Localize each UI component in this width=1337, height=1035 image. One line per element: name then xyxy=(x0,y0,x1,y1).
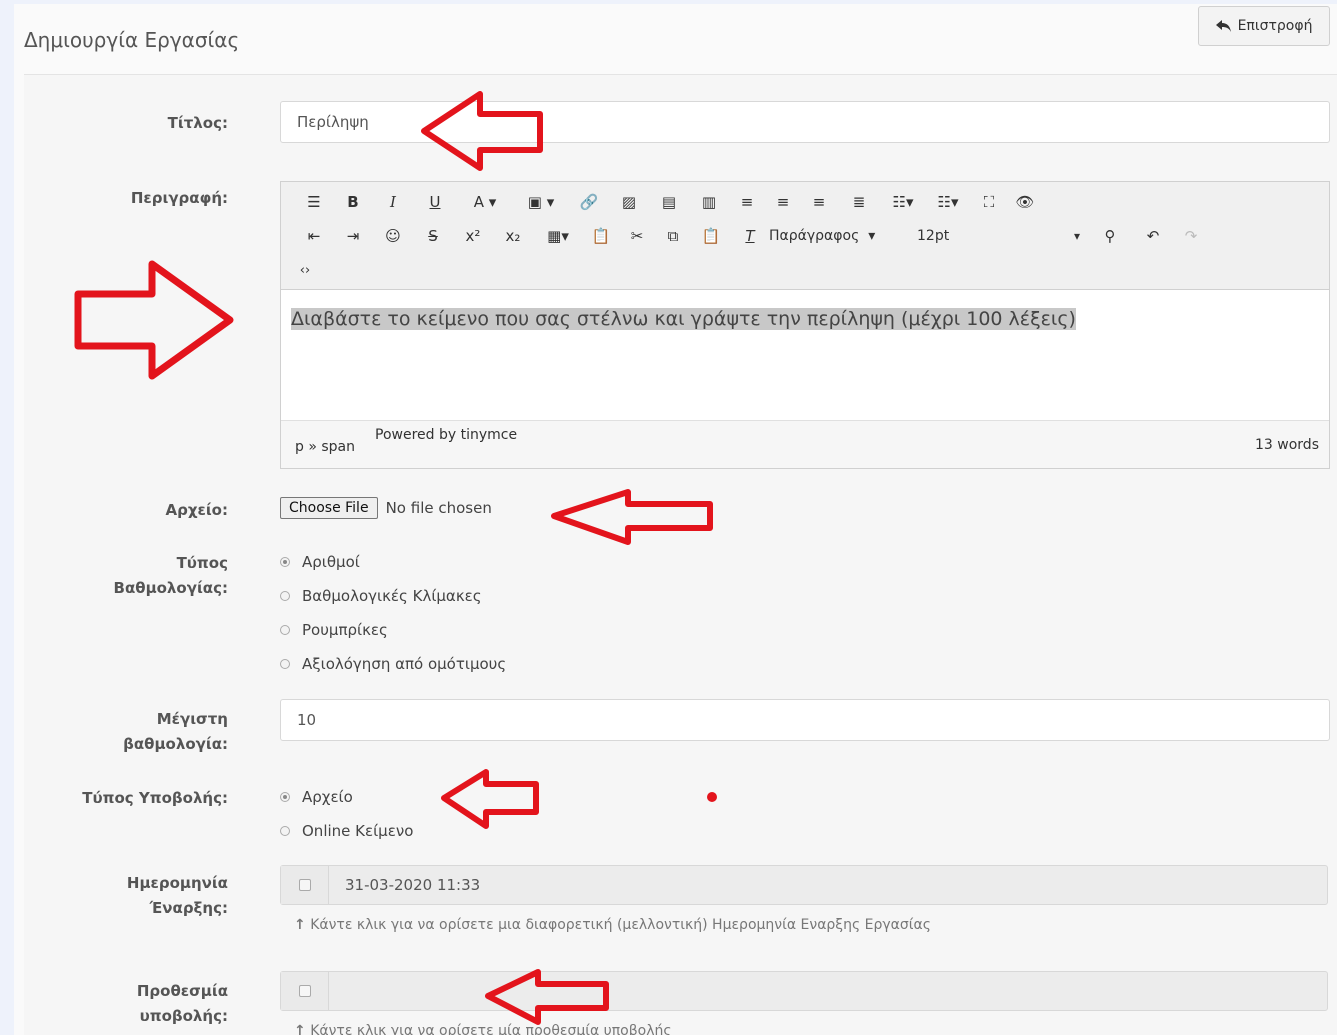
word-count: 13 words xyxy=(1255,437,1319,453)
deadline-help: ↑ Κάντε κλικ για να ορίσετε μία προθεσμί… xyxy=(294,1023,672,1035)
page-title: Δημιουργία Εργασίας xyxy=(24,28,240,52)
back-label: Επιστροφή xyxy=(1237,18,1313,34)
italic-icon[interactable]: I xyxy=(373,188,413,216)
fullscreen-icon[interactable]: ⛶ xyxy=(971,188,1007,216)
page: Δημιουργία Εργασίας Επιστροφή Τίτλος: Πε… xyxy=(14,4,1337,1035)
radio-selected-icon xyxy=(280,557,290,567)
align-left-icon[interactable]: ≡ xyxy=(729,188,765,216)
grading-type-label: Τύπος Βαθμολογίας: xyxy=(113,554,228,597)
align-center-icon[interactable]: ≡ xyxy=(765,188,801,216)
font-size-select[interactable]: 12pt xyxy=(917,222,1067,250)
radio-icon xyxy=(280,826,290,836)
blocks-icon[interactable]: ☰ xyxy=(295,188,333,216)
bullet-list-icon[interactable]: ☷▾ xyxy=(881,188,925,216)
paste-icon[interactable]: 📋 xyxy=(691,222,731,250)
title-value: Περίληψη xyxy=(297,113,369,131)
file-input[interactable]: Choose File No file chosen xyxy=(280,497,492,519)
choose-file-button[interactable]: Choose File xyxy=(280,497,378,519)
editor-content-area[interactable]: Διαβάστε το κείμενο που σας στέλνω και γ… xyxy=(281,290,1329,420)
underline-icon[interactable]: U xyxy=(413,188,457,216)
submission-option-file[interactable]: Αρχείο xyxy=(280,780,413,814)
checkbox-icon xyxy=(298,985,311,997)
link-icon[interactable]: 🔗 xyxy=(569,188,609,216)
grading-option-peer[interactable]: Αξιολόγηση από ομότιμους xyxy=(280,647,506,681)
clear-format-icon[interactable]: T xyxy=(731,222,769,250)
bold-icon[interactable]: B xyxy=(333,188,373,216)
preview-icon[interactable]: 👁 xyxy=(1007,188,1043,216)
start-date-label: Ημερομηνία Έναρξης: xyxy=(126,874,228,917)
grading-option-rubrics[interactable]: Ρουμπρίκες xyxy=(280,613,506,647)
media-icon[interactable]: ▤ xyxy=(649,188,689,216)
file-status: No file chosen xyxy=(385,499,492,517)
assignment-form: Τίτλος: Περίληψη Περιγραφή: ☰ B I U A ▾ … xyxy=(24,74,1337,1035)
text-color-icon[interactable]: A ▾ xyxy=(457,188,513,216)
deadline-input[interactable] xyxy=(280,971,1328,1011)
emoticons-icon[interactable]: ☺ xyxy=(373,222,413,250)
deadline-label: Προθεσμία υποβολής: xyxy=(136,982,228,1025)
undo-icon[interactable]: ↶ xyxy=(1133,222,1173,250)
title-input[interactable]: Περίληψη xyxy=(280,101,1330,143)
font-size-dropdown-icon[interactable]: ▾ xyxy=(1067,222,1087,250)
deadline-checkbox[interactable] xyxy=(281,972,329,1010)
radio-icon xyxy=(280,591,290,601)
max-grade-label: Μέγιστη βαθμολογία: xyxy=(123,710,228,753)
table-small-icon[interactable]: ▥ xyxy=(689,188,729,216)
arrow-up-icon: ↑ xyxy=(294,917,306,933)
indent-icon[interactable]: ⇥ xyxy=(333,222,373,250)
checkbox-icon xyxy=(298,879,311,891)
title-label: Τίτλος: xyxy=(167,114,228,132)
max-grade-value: 10 xyxy=(297,711,317,729)
grading-type-options: Αριθμοί Βαθμολογικές Κλίμακες Ρουμπρίκες… xyxy=(280,545,506,681)
subscript-icon[interactable]: x₂ xyxy=(493,222,533,250)
element-path[interactable]: p » span xyxy=(295,439,355,455)
cut-icon[interactable]: ✂ xyxy=(619,222,655,250)
background-color-icon[interactable]: ▣ ▾ xyxy=(513,188,569,216)
image-icon[interactable]: ▨ xyxy=(609,188,649,216)
format-select[interactable]: Παράγραφος ▾ xyxy=(769,222,917,250)
powered-by[interactable]: Powered by tinymce xyxy=(375,427,517,443)
radio-icon xyxy=(280,659,290,669)
copy-icon[interactable]: ⧉ xyxy=(655,222,691,250)
outdent-icon[interactable]: ⇤ xyxy=(295,222,333,250)
start-date-help: ↑ Κάντε κλικ για να ορίσετε μια διαφορετ… xyxy=(294,917,931,933)
start-date-input[interactable]: 31-03-2020 11:33 xyxy=(280,865,1328,905)
grading-option-numbers[interactable]: Αριθμοί xyxy=(280,545,506,579)
submission-option-online-text[interactable]: Online Κείμενο xyxy=(280,814,413,848)
source-code-icon[interactable]: ‹› xyxy=(295,256,315,284)
arrow-up-icon: ↑ xyxy=(294,1023,306,1035)
back-button[interactable]: Επιστροφή xyxy=(1198,6,1330,46)
start-date-value: 31-03-2020 11:33 xyxy=(345,876,481,894)
reply-icon xyxy=(1215,20,1231,32)
table-icon[interactable]: ▦▾ xyxy=(533,222,583,250)
grading-option-scales[interactable]: Βαθμολογικές Κλίμακες xyxy=(280,579,506,613)
strikethrough-icon[interactable]: S xyxy=(413,222,453,250)
redo-icon[interactable]: ↷ xyxy=(1173,222,1209,250)
editor-statusbar: p » span Powered by tinymce 13 words xyxy=(281,420,1329,468)
submission-type-options: Αρχείο Online Κείμενο xyxy=(280,780,413,848)
editor-content: Διαβάστε το κείμενο που σας στέλνω και γ… xyxy=(291,308,1076,330)
find-replace-icon[interactable]: ⚲ xyxy=(1087,222,1133,250)
description-label: Περιγραφή: xyxy=(130,189,228,207)
file-label: Αρχείο: xyxy=(165,501,228,519)
max-grade-input[interactable]: 10 xyxy=(280,699,1330,741)
format-select-value: Παράγραφος xyxy=(769,228,860,244)
start-date-checkbox[interactable] xyxy=(281,866,329,904)
font-size-value: 12pt xyxy=(917,228,950,244)
rich-text-editor[interactable]: ☰ B I U A ▾ ▣ ▾ 🔗 ▨ ▤ ▥ ≡ ≡ ≡ ≣ ☷▾ ☷▾ ⛶ xyxy=(280,181,1330,469)
justify-icon[interactable]: ≣ xyxy=(837,188,881,216)
align-right-icon[interactable]: ≡ xyxy=(801,188,837,216)
paste-text-icon[interactable]: 📋 xyxy=(583,222,619,250)
radio-selected-icon xyxy=(280,792,290,802)
radio-icon xyxy=(280,625,290,635)
numbered-list-icon[interactable]: ☷▾ xyxy=(925,188,971,216)
editor-toolbar: ☰ B I U A ▾ ▣ ▾ 🔗 ▨ ▤ ▥ ≡ ≡ ≡ ≣ ☷▾ ☷▾ ⛶ xyxy=(281,182,1329,290)
submission-type-label: Τύπος Υποβολής: xyxy=(82,789,228,807)
superscript-icon[interactable]: x² xyxy=(453,222,493,250)
